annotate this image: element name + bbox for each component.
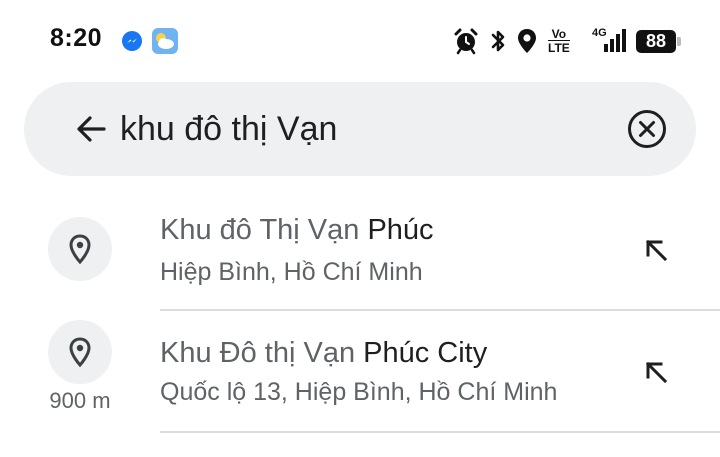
fill-query-arrow-icon [645,361,668,384]
location-pin-icon [48,320,112,384]
clear-circle-icon [628,110,666,148]
suggestion-item[interactable]: Khu đô Thị Vạn Phúc Hiệp Bình, Hồ Chí Mi… [0,200,720,308]
fill-query-arrow-icon [645,239,668,262]
fill-query-button[interactable] [636,352,676,392]
suggestion-item[interactable]: 900 m Khu Đô thị Vạn Phúc City Quốc lộ 1… [0,310,720,432]
volte-top-label: Vo [551,27,567,41]
network-type-label: 4G [592,27,607,39]
fill-query-button[interactable] [636,230,676,270]
suggestion-title: Khu đô Thị Vạn Phúc [160,214,434,247]
clear-button[interactable] [624,106,670,152]
back-button[interactable] [68,106,114,152]
volte-icon: Vo LTE [548,28,570,54]
suggestion-title-rest: Phúc City [355,337,488,369]
suggestion-title-match: Khu đô Thị Vạn [160,214,360,246]
suggestion-address: Quốc lộ 13, Hiệp Bình, Hồ Chí Minh [160,378,558,406]
divider [160,431,720,433]
status-time: 8:20 [50,24,103,52]
back-arrow-icon [77,116,106,142]
bluetooth-icon [488,26,508,56]
status-bar: 8:20 Vo LTE 4G 88 [0,0,720,80]
volte-bottom-label: LTE [548,40,570,55]
search-input[interactable] [120,102,610,156]
suggestion-address: Hiệp Bình, Hồ Chí Minh [160,258,423,286]
suggestion-title-rest: Phúc [359,214,434,246]
distance-label: 900 m [49,388,111,413]
messenger-icon [122,31,142,51]
battery-nub [677,37,681,46]
suggestion-title: Khu Đô thị Vạn Phúc City [160,337,487,370]
search-bar [24,82,696,176]
battery-level: 88 [645,31,667,51]
battery-icon: 88 [636,30,676,53]
alarm-icon [452,26,480,56]
weather-icon [152,28,178,54]
location-icon [514,26,540,56]
suggestion-title-match: Khu Đô thị Vạn [160,337,356,369]
location-pin-icon [48,217,112,281]
